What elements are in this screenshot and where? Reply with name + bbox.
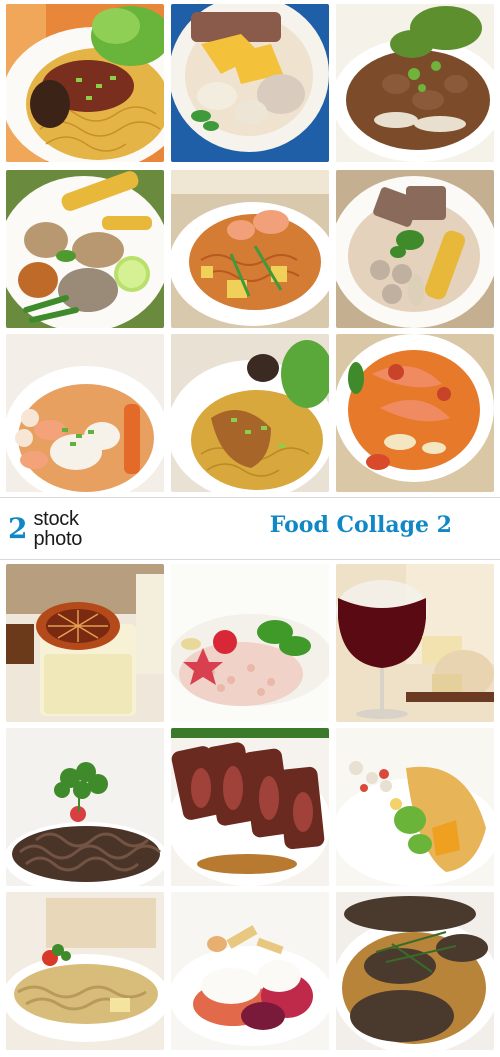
collage-title: Food Collage 2	[269, 512, 452, 538]
photo-beef-noodle-soup	[336, 4, 494, 162]
brand-line-stock: stock	[33, 508, 79, 530]
photo-noodle-corn-lime	[6, 170, 164, 328]
top-photo-grid	[0, 0, 500, 497]
photo-liver-herbs	[336, 892, 494, 1050]
bottom-photo-grid	[0, 560, 500, 1057]
brand-digit: 2	[8, 512, 28, 545]
photo-spicy-shrimp-soup	[336, 334, 494, 492]
photo-crepe-salad	[336, 728, 494, 886]
photo-noodle-corn-meatballs	[336, 170, 494, 328]
brand-wordmark: stock photo	[33, 509, 82, 549]
photo-egg-noodles-pork	[6, 4, 164, 162]
collage-header: 2 stock photo Food Collage 2	[0, 497, 500, 560]
brand-logo: 2 stock photo	[8, 506, 82, 552]
photo-shrimp-noodle-soup	[6, 334, 164, 492]
photo-sliced-steak	[171, 728, 329, 886]
photo-pad-thai-shrimp	[171, 170, 329, 328]
brand-line-photo: photo	[33, 528, 83, 550]
photo-egg-noodles-chicken	[171, 334, 329, 492]
photo-dessert-glass-orange	[6, 564, 164, 722]
photo-creamy-pasta-tomato	[6, 892, 164, 1050]
photo-risotto-strawberry	[171, 564, 329, 722]
photo-red-wine-cheese	[336, 564, 494, 722]
photo-wonton-noodle-soup	[171, 4, 329, 162]
photo-dark-pasta-parsley	[6, 728, 164, 886]
photo-beet-dessert-cream	[171, 892, 329, 1050]
